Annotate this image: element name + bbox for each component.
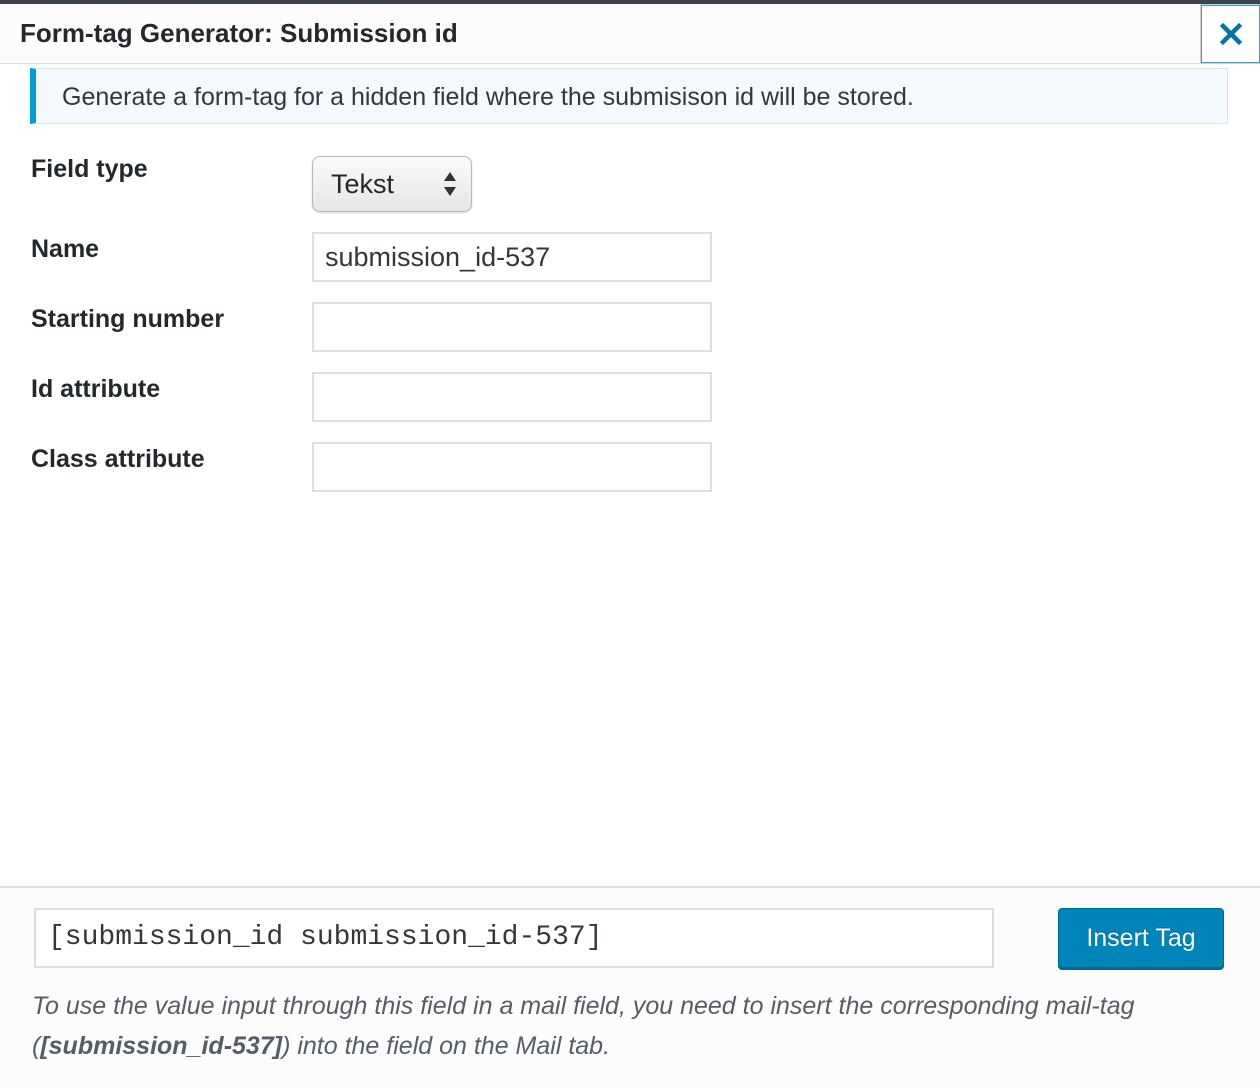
- id-attribute-input[interactable]: [312, 372, 712, 422]
- close-x-icon: [1219, 22, 1242, 46]
- hint-text-after: ) into the field on the Mail tab.: [282, 1032, 611, 1060]
- name-label: Name: [31, 235, 100, 263]
- id-attribute-label: Id attribute: [31, 375, 161, 403]
- dialog-title: Form-tag Generator: Submission id: [20, 18, 458, 48]
- name-input[interactable]: [312, 232, 712, 282]
- class-attribute-label: Class attribute: [31, 445, 205, 473]
- info-notice: Generate a form-tag for a hidden field w…: [30, 68, 1228, 124]
- starting-number-label: Starting number: [31, 305, 225, 333]
- generated-tag-field[interactable]: [submission_id submission_id-537]: [34, 908, 994, 968]
- close-button[interactable]: [1200, 4, 1260, 64]
- notice-text: Generate a form-tag for a hidden field w…: [62, 83, 914, 111]
- dialog-titlebar: Form-tag Generator: Submission id: [0, 4, 1260, 64]
- starting-number-input[interactable]: [312, 302, 712, 352]
- hint-mail-tag: [submission_id-537]: [40, 1032, 283, 1060]
- insert-tag-button[interactable]: Insert Tag: [1058, 908, 1224, 968]
- mail-tag-hint: To use the value input through this fiel…: [32, 986, 1232, 1066]
- class-attribute-input[interactable]: [312, 442, 712, 492]
- select-updown-arrows-icon: [444, 172, 456, 196]
- dialog-footer: [submission_id submission_id-537] Insert…: [0, 886, 1260, 1088]
- field-type-label: Field type: [31, 155, 148, 183]
- field-type-select[interactable]: Tekst: [312, 156, 472, 212]
- field-type-selected-value: Tekst: [331, 169, 395, 199]
